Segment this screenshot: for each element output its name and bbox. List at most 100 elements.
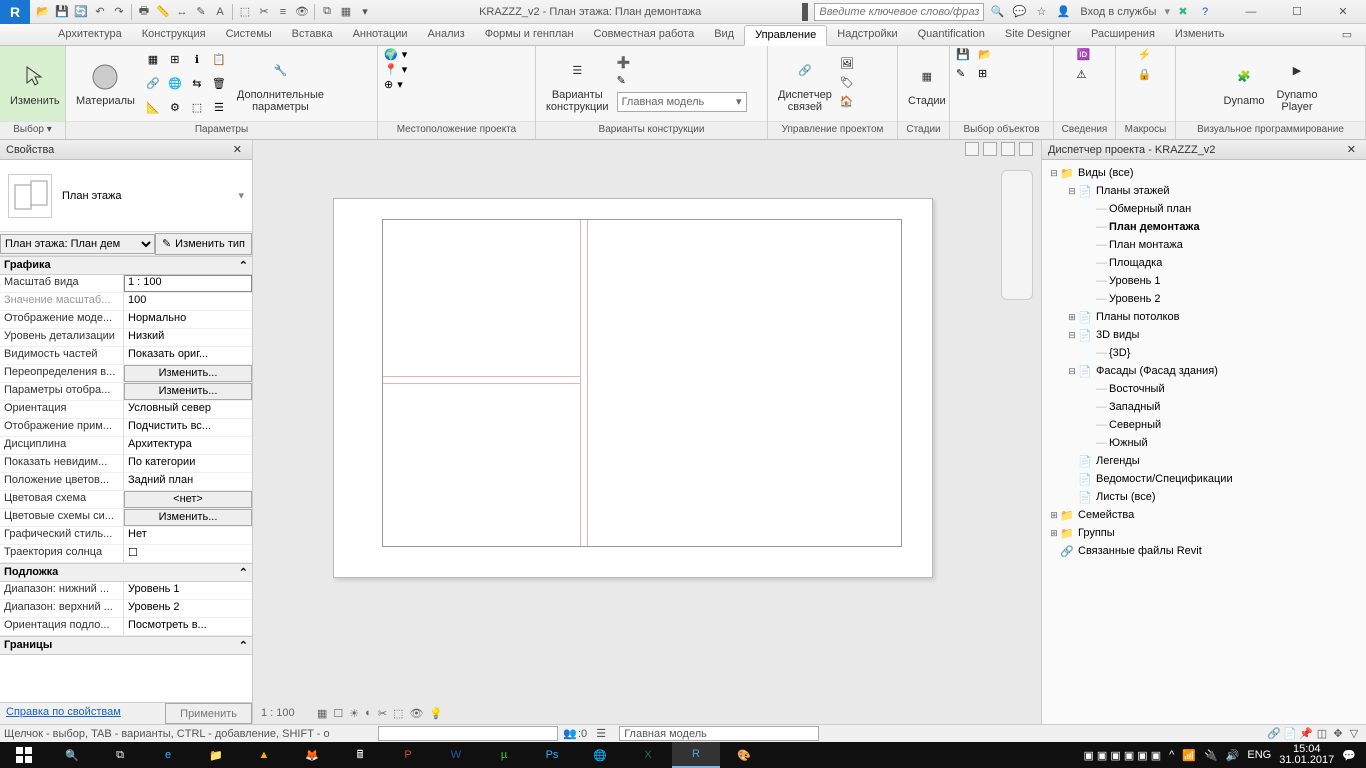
measure-icon[interactable]: 📏 (154, 3, 172, 21)
expand-icon[interactable]: ⊞ (1048, 528, 1060, 539)
tree-item[interactable]: ⊞📁Семейства (1044, 506, 1364, 524)
object-styles-icon[interactable]: ▦ (143, 49, 163, 71)
close-button[interactable]: ✕ (1320, 0, 1366, 24)
close-view-icon[interactable] (1019, 142, 1033, 156)
save-selection-icon[interactable]: 💾 (956, 48, 972, 64)
ribbon-tab-формы-и-генплан[interactable]: Формы и генплан (475, 25, 584, 44)
property-value[interactable]: 100 (124, 293, 252, 310)
modify-button[interactable]: Изменить (6, 59, 64, 109)
ribbon-tab-совместная-работа[interactable]: Совместная работа (584, 25, 705, 44)
d3-icon[interactable]: ⬚ (236, 3, 254, 21)
tree-item[interactable]: — План демонтажа (1044, 218, 1364, 236)
tree-item[interactable]: ⊟📄Планы этажей (1044, 182, 1364, 200)
manage-images-icon[interactable]: 🖼 (840, 57, 856, 73)
shared-params-icon[interactable]: 🔗 (143, 73, 163, 95)
ribbon-tab-конструкция[interactable]: Конструкция (132, 25, 216, 44)
language-indicator[interactable]: ENG (1247, 749, 1271, 761)
hide-isolate-icon[interactable]: 👁 (409, 707, 423, 720)
tree-item[interactable]: — {3D} (1044, 344, 1364, 362)
network-icon[interactable]: 📶 (1182, 749, 1196, 762)
maximize-view-icon[interactable] (983, 142, 997, 156)
ribbon-tab-вид[interactable]: Вид (704, 25, 744, 44)
print-icon[interactable]: 🖶 (135, 3, 153, 21)
group-header[interactable]: Графика (4, 259, 51, 272)
properties-help-link[interactable]: Справка по свойствам (0, 703, 127, 724)
reveal-hidden-icon[interactable]: 💡 (429, 707, 443, 720)
property-value[interactable]: ☐ (124, 545, 252, 562)
edge-icon[interactable]: e (144, 742, 192, 768)
property-value[interactable]: Низкий (124, 329, 252, 346)
ribbon-tab-изменить[interactable]: Изменить (1165, 25, 1235, 44)
undo-icon[interactable]: ↶ (91, 3, 109, 21)
collapse-icon[interactable]: ⊟ (1066, 366, 1078, 377)
group-header[interactable]: Границы (4, 639, 52, 652)
detail-level-icon[interactable]: ▦ (317, 707, 327, 720)
paint-icon[interactable]: 🎨 (720, 742, 768, 768)
collapse-icon[interactable]: ⊟ (1048, 168, 1060, 179)
workset-icon[interactable]: 👥 (562, 727, 578, 741)
property-value[interactable]: Изменить... (124, 383, 252, 400)
ribbon-tab-quantification[interactable]: Quantification (908, 25, 995, 44)
expand-icon[interactable]: ⊞ (1048, 510, 1060, 521)
property-value[interactable]: Нет (124, 527, 252, 544)
load-selection-icon[interactable]: 📂 (978, 48, 994, 64)
maximize-button[interactable]: ☐ (1274, 0, 1320, 24)
tree-item[interactable]: — Площадка (1044, 254, 1364, 272)
comm-icon[interactable]: 💬 (1010, 3, 1028, 21)
property-value[interactable]: Изменить... (124, 509, 252, 526)
collapse-icon[interactable]: ⊟ (1066, 186, 1078, 197)
tile-icon[interactable]: ▦ (337, 3, 355, 21)
tray-expand-icon[interactable]: ^ (1169, 749, 1174, 761)
dynamo-button[interactable]: 🧩Dynamo (1220, 59, 1269, 109)
word-icon[interactable]: W (432, 742, 480, 768)
location-button[interactable]: 🌍▾ (384, 48, 407, 61)
position-button[interactable]: ⊕▾ (384, 78, 403, 91)
tree-item[interactable]: 📄Легенды (1044, 452, 1364, 470)
explorer-icon[interactable]: 📁 (192, 742, 240, 768)
property-value[interactable]: Задний план (124, 473, 252, 490)
drag-elements-icon[interactable]: ✥ (1330, 727, 1346, 741)
tray-icons[interactable]: ▣ ▣ ▣ ▣ ▣ ▣ (1083, 749, 1161, 762)
crop-region-icon[interactable]: ⬚ (393, 707, 403, 720)
ribbon-tab-системы[interactable]: Системы (216, 25, 282, 44)
sign-in-link[interactable]: Вход в службы (1076, 6, 1160, 18)
ribbon-tab-site-designer[interactable]: Site Designer (995, 25, 1081, 44)
s4-icon[interactable]: ⊞ (978, 67, 994, 83)
calculator-icon[interactable]: 🖩 (336, 742, 384, 768)
exchange-icon[interactable]: ✖ (1174, 3, 1192, 21)
select-pinned-icon[interactable]: 📌 (1298, 727, 1314, 741)
p12-icon[interactable]: ☰ (209, 97, 229, 119)
thin-lines-icon[interactable]: ≡ (274, 3, 292, 21)
apply-button[interactable]: Применить (165, 703, 252, 724)
property-value[interactable]: По категории (124, 455, 252, 472)
tree-item[interactable]: — Восточный (1044, 380, 1364, 398)
editable-only-icon[interactable]: ☰ (593, 727, 609, 741)
power-icon[interactable]: 🔌 (1204, 749, 1218, 762)
tag-icon[interactable]: ✎ (192, 3, 210, 21)
property-value[interactable]: Условный север (124, 401, 252, 418)
macro-security-icon[interactable]: 🔒 (1138, 68, 1154, 84)
panel-title-select[interactable]: Выбор ▾ (0, 121, 65, 139)
tree-item[interactable]: — Обмерный план (1044, 200, 1364, 218)
purge-icon[interactable]: 🗑 (209, 73, 229, 95)
instance-filter-combo[interactable]: План этажа: План дем (0, 234, 155, 254)
close-hidden-icon[interactable]: 👁 (293, 3, 311, 21)
save-icon[interactable]: 💾 (53, 3, 71, 21)
pick-edit-icon[interactable]: ✎ (617, 74, 633, 90)
property-value[interactable]: Уровень 1 (124, 582, 252, 599)
property-value[interactable]: Нормально (124, 311, 252, 328)
search-icon[interactable]: 🔍 (988, 3, 1006, 21)
expand-icon[interactable]: ⊞ (1066, 312, 1078, 323)
section-icon[interactable]: ✂ (255, 3, 273, 21)
close-icon[interactable]: ✕ (229, 143, 246, 156)
restore-view-icon[interactable] (1001, 142, 1015, 156)
tree-item[interactable]: ⊞📄Планы потолков (1044, 308, 1364, 326)
select-face-icon[interactable]: ◫ (1314, 727, 1330, 741)
transfer-icon[interactable]: ⇆ (187, 73, 207, 95)
view-scale[interactable]: 1 : 100 (261, 707, 311, 719)
help-search-input[interactable] (814, 3, 984, 21)
project-info-icon[interactable]: ℹ (187, 49, 207, 71)
global-params-icon[interactable]: 🌐 (165, 73, 185, 95)
clock[interactable]: 15:04 31.01.2017 (1279, 744, 1334, 766)
app-menu-button[interactable]: R (0, 0, 30, 24)
